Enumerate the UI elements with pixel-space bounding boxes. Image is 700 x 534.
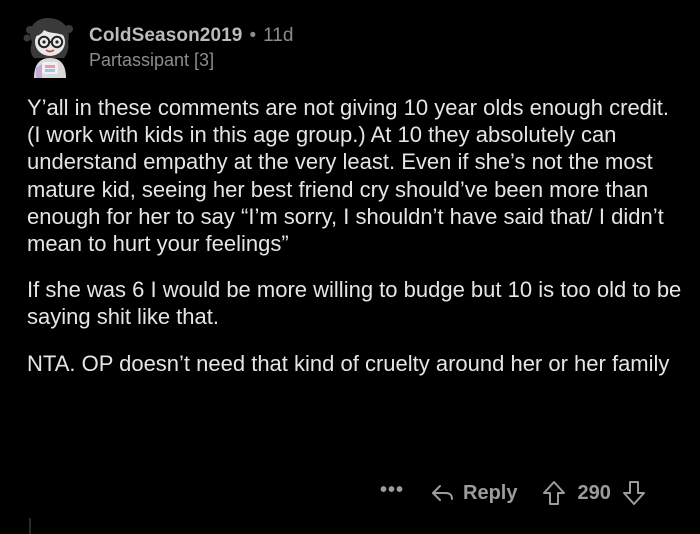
more-options-button[interactable]: ••• xyxy=(380,480,404,500)
user-flair: Partassipant [3] xyxy=(89,50,215,70)
comment-paragraph: NTA. OP doesn’t need that kind of cruelt… xyxy=(27,350,670,376)
upvote-arrow-icon[interactable] xyxy=(541,479,567,507)
comment-paragraph: Y’all in these comments are not giving 1… xyxy=(27,95,670,257)
comment-paragraph: If she was 6 I would be more willing to … xyxy=(27,277,682,330)
comment-actions: ••• Reply 290 xyxy=(380,478,647,508)
thread-line[interactable] xyxy=(29,518,31,534)
author-line: ColdSeason2019 • 11d xyxy=(89,24,293,48)
separator-dot: • xyxy=(249,25,257,46)
username[interactable]: ColdSeason2019 xyxy=(89,25,242,47)
reply-label: Reply xyxy=(463,481,518,504)
reply-arrow-icon xyxy=(432,485,454,501)
reply-button[interactable]: Reply xyxy=(430,482,517,505)
avatar[interactable] xyxy=(20,12,78,78)
downvote-arrow-icon[interactable] xyxy=(621,479,647,507)
comment-body: Y’all in these comments are not giving 1… xyxy=(27,94,687,396)
comment-age: 11d xyxy=(263,25,294,46)
comment: ColdSeason2019 • 11d Partassipant [3] Y’… xyxy=(0,0,700,534)
vote-score: 290 xyxy=(577,481,611,504)
avatar-icon xyxy=(23,18,73,78)
